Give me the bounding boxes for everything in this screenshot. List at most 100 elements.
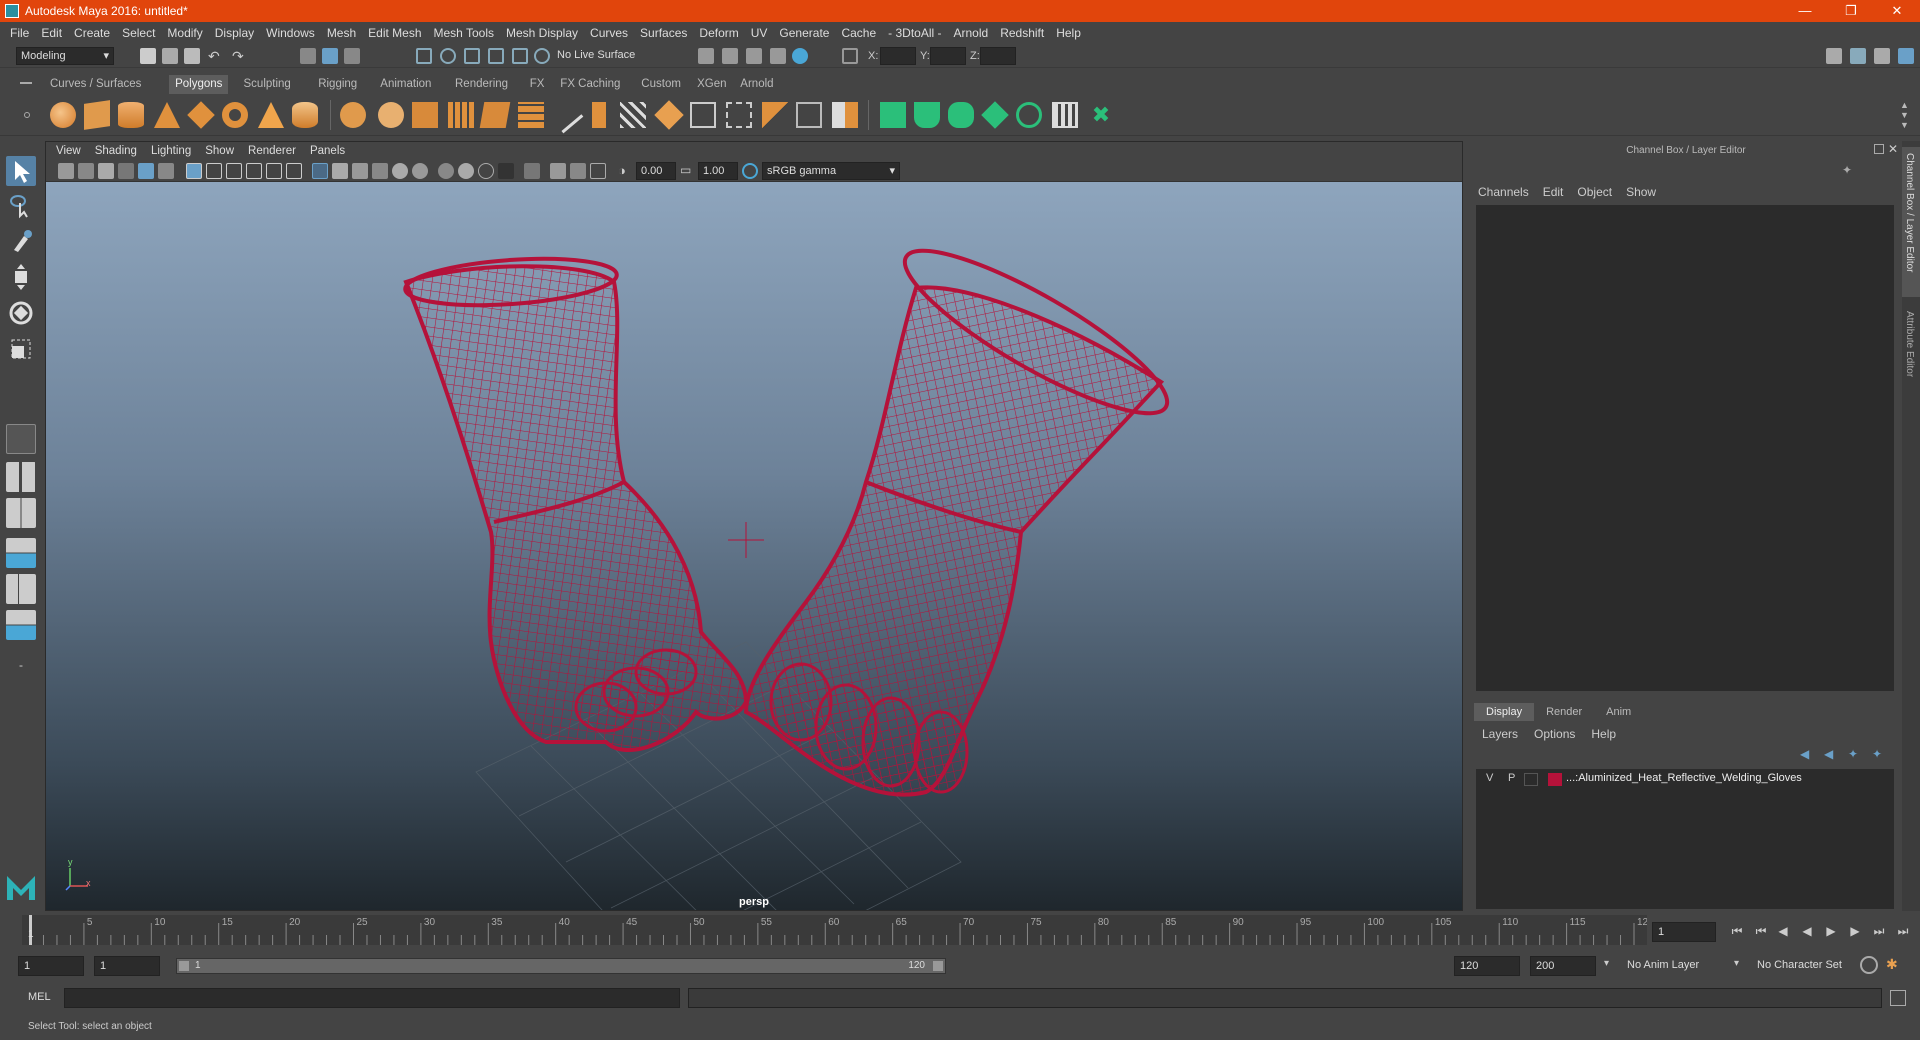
menu-deform[interactable]: Deform xyxy=(695,26,746,40)
wireframe-icon[interactable] xyxy=(312,163,328,179)
poly-torus-icon[interactable] xyxy=(222,102,248,128)
viewport-menu-lighting[interactable]: Lighting xyxy=(151,145,191,157)
menu-edit-mesh[interactable]: Edit Mesh xyxy=(364,26,429,40)
float-panel-icon[interactable] xyxy=(1874,144,1884,154)
save-scene-icon[interactable] xyxy=(184,48,200,64)
channel-box-icon[interactable] xyxy=(1898,48,1914,64)
minimize-button[interactable]: — xyxy=(1782,0,1828,22)
layer-color-swatch[interactable] xyxy=(1548,773,1562,786)
boolean-icon[interactable] xyxy=(762,102,788,128)
poly-pyramid-icon[interactable] xyxy=(258,102,284,128)
rotate-tool-icon[interactable] xyxy=(6,298,36,328)
gamma-icon[interactable]: ▭ xyxy=(680,163,696,179)
bookmark-icon[interactable] xyxy=(98,163,114,179)
auto-key-icon[interactable] xyxy=(1860,956,1878,974)
layer-tab-display[interactable]: Display xyxy=(1474,703,1535,721)
select-by-component-icon[interactable] xyxy=(344,48,360,64)
poly-cone-icon[interactable] xyxy=(154,102,180,128)
extrude-icon[interactable] xyxy=(479,102,511,128)
menu-modify[interactable]: Modify xyxy=(163,26,210,40)
3dtoall-cross-icon[interactable]: ✖ xyxy=(1088,102,1114,128)
viewport-menu-panels[interactable]: Panels xyxy=(310,145,345,157)
paint-select-tool-icon[interactable] xyxy=(6,226,36,256)
film-gate-icon[interactable] xyxy=(206,163,222,179)
channel-box-menu-show[interactable]: Show xyxy=(1626,185,1656,199)
layer-menu-help[interactable]: Help xyxy=(1591,727,1616,741)
xray-joints-icon[interactable] xyxy=(570,163,586,179)
layer-tab-render[interactable]: Render xyxy=(1534,703,1594,721)
tool-settings-icon[interactable] xyxy=(1874,48,1890,64)
viewport-menu-view[interactable]: View xyxy=(56,145,81,157)
grid-toggle-icon[interactable] xyxy=(186,163,202,179)
append-polygon-icon[interactable] xyxy=(620,102,646,128)
menu-display[interactable]: Display xyxy=(211,26,262,40)
bevel-icon[interactable] xyxy=(518,102,544,128)
3dtoall-cycle-icon[interactable] xyxy=(1016,102,1042,128)
menu-create[interactable]: Create xyxy=(70,26,118,40)
select-by-hierarchy-icon[interactable] xyxy=(300,48,316,64)
shelf-options-icon[interactable] xyxy=(24,112,30,118)
four-view-layout-icon[interactable] xyxy=(6,462,36,492)
channel-box-area[interactable] xyxy=(1476,205,1894,691)
current-time-field[interactable]: 1 xyxy=(1652,922,1716,942)
viewport-panel[interactable]: View Shading Lighting Show Renderer Panels ◑ … xyxy=(45,141,1463,911)
layer-menu-layers[interactable]: Layers xyxy=(1482,727,1518,741)
new-layer-icon[interactable]: ✦ xyxy=(1848,747,1862,761)
wireframe-on-shaded-icon[interactable] xyxy=(352,163,368,179)
3dtoall-export-icon[interactable] xyxy=(880,102,906,128)
menu-surfaces[interactable]: Surfaces xyxy=(636,26,695,40)
menu-mesh-display[interactable]: Mesh Display xyxy=(502,26,586,40)
layer-name[interactable]: ...:Aluminized_Heat_Reflective_Welding_G… xyxy=(1566,772,1802,784)
gate-mask-icon[interactable] xyxy=(246,163,262,179)
poly-cube-icon[interactable] xyxy=(84,100,110,130)
persp-graph-layout-icon[interactable] xyxy=(6,538,36,568)
insert-edge-loop-icon[interactable] xyxy=(690,102,716,128)
menu-generate[interactable]: Generate xyxy=(775,26,837,40)
step-back-key-icon[interactable]: ⏮ xyxy=(1752,922,1770,940)
layer-visibility-toggle[interactable]: V xyxy=(1486,772,1493,784)
extract-icon[interactable] xyxy=(832,102,858,128)
range-start-handle[interactable] xyxy=(179,961,189,971)
shelf-tab-curves-surfaces[interactable]: Curves / Surfaces xyxy=(44,75,147,94)
render-view-icon[interactable] xyxy=(698,48,714,64)
shelf-tab-fx[interactable]: FX xyxy=(524,75,551,94)
playback-end-field[interactable]: 120 xyxy=(1454,956,1520,976)
render-frame-icon[interactable] xyxy=(722,48,738,64)
offset-edge-loop-icon[interactable] xyxy=(726,102,752,128)
attribute-editor-side-tab[interactable]: Attribute Editor xyxy=(1904,311,1915,377)
play-forwards-icon[interactable]: ▶ xyxy=(1822,922,1840,940)
viewport-menu-shading[interactable]: Shading xyxy=(95,145,137,157)
close-button[interactable]: ✕ xyxy=(1874,0,1920,22)
anti-aliasing-icon[interactable] xyxy=(478,163,494,179)
new-layer-selected-icon[interactable]: ✦ xyxy=(1872,747,1886,761)
move-layer-down-icon[interactable]: ◀ xyxy=(1824,747,1838,761)
shelf-tab-sculpting[interactable]: Sculpting xyxy=(238,75,297,94)
command-input[interactable] xyxy=(64,988,680,1008)
close-panel-icon[interactable]: ✕ xyxy=(1888,142,1898,156)
modeling-toolkit-icon[interactable] xyxy=(1826,48,1842,64)
shelf-tab-animation[interactable]: Animation xyxy=(374,75,437,94)
animation-prefs-icon[interactable]: ✱ xyxy=(1886,956,1904,974)
uv-editor-icon[interactable] xyxy=(796,102,822,128)
play-backwards-icon[interactable]: ◀ xyxy=(1798,922,1816,940)
step-forward-key-icon[interactable]: ⏭ xyxy=(1870,922,1888,940)
attribute-editor-icon[interactable] xyxy=(1850,48,1866,64)
command-language-label[interactable]: MEL xyxy=(28,991,51,1003)
hypershade-layout-icon[interactable] xyxy=(6,610,36,640)
poly-plane-icon[interactable] xyxy=(187,101,215,129)
backface-culling-icon[interactable] xyxy=(590,163,606,179)
menu-windows[interactable]: Windows xyxy=(262,26,323,40)
ipr-render-icon[interactable] xyxy=(746,48,762,64)
open-scene-icon[interactable] xyxy=(162,48,178,64)
scale-tool-icon[interactable] xyxy=(6,334,36,364)
view-transform-select[interactable]: sRGB gamma ▾ xyxy=(762,162,900,180)
shelf-tab-custom[interactable]: Custom xyxy=(635,75,687,94)
channel-box-menu-object[interactable]: Object xyxy=(1577,185,1612,199)
menu-help[interactable]: Help xyxy=(1052,26,1089,40)
color-management-icon[interactable] xyxy=(742,163,758,179)
exposure-icon[interactable]: ◑ xyxy=(618,163,634,179)
animation-start-field[interactable]: 1 xyxy=(18,956,84,976)
multi-cut-icon[interactable] xyxy=(546,96,584,134)
menu-edit[interactable]: Edit xyxy=(37,26,70,40)
menu-select[interactable]: Select xyxy=(118,26,163,40)
